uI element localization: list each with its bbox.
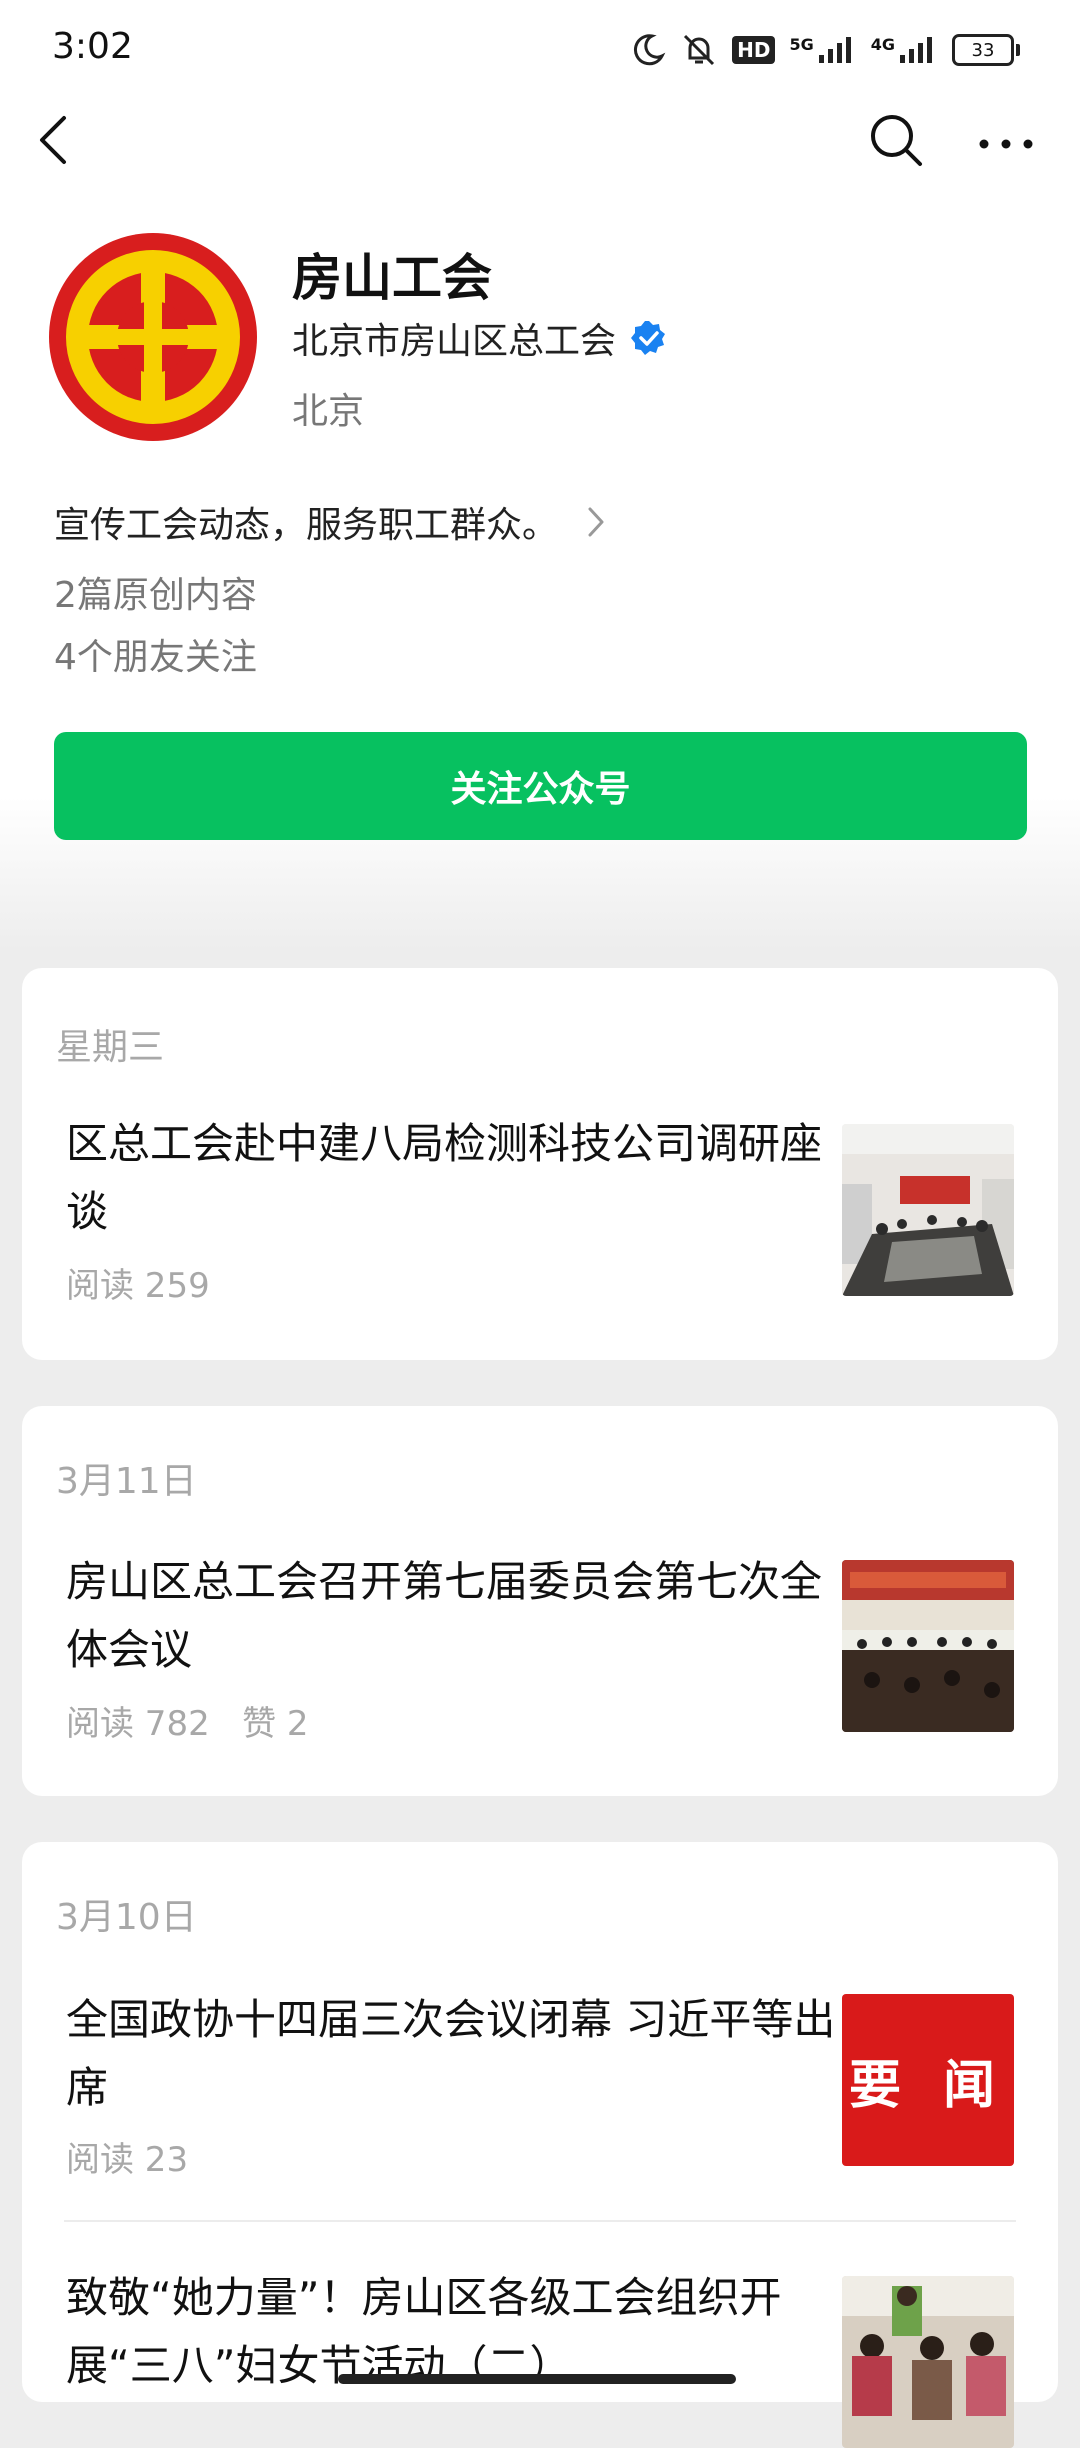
divider: [64, 2220, 1016, 2222]
article-meta: 阅读 259: [66, 1266, 210, 1306]
follow-button[interactable]: 关注公众号: [54, 732, 1027, 840]
feed-card: 星期三 区总工会赴中建八局检测科技公司调研座谈 阅读 259: [22, 968, 1058, 1360]
chevron-left-icon: [40, 116, 66, 164]
women-event-photo: [842, 2276, 1014, 2448]
article-thumbnail[interactable]: [842, 1560, 1014, 1732]
article-thumbnail[interactable]: [842, 1124, 1014, 1296]
search-icon: [871, 115, 922, 166]
network-4g-label: 4G: [870, 35, 895, 54]
article-thumbnail[interactable]: 要 闻: [842, 1994, 1014, 2166]
conference-hall-photo: [842, 1560, 1014, 1732]
search-button[interactable]: [866, 110, 926, 170]
battery-icon: 33: [952, 34, 1020, 66]
trade-union-logo-icon: [49, 233, 257, 441]
feed-card: 3月11日 房山区总工会召开第七届委员会第七次全体会议 阅读 782 赞 2: [22, 1406, 1058, 1796]
account-location: 北京: [292, 391, 365, 432]
article-title[interactable]: 全国政协十四届三次会议闭幕 习近平等出席: [66, 1986, 836, 2122]
feed-card: 3月10日 全国政协十四届三次会议闭幕 习近平等出席 阅读 23 要 闻 致敬“…: [22, 1842, 1058, 2448]
article-meta: 阅读 23: [66, 2140, 189, 2180]
meeting-room-photo: [842, 1124, 1014, 1296]
thumbnail-text: 要 闻: [848, 2055, 1008, 2116]
status-icons: HD 5G 4G 33: [630, 26, 1020, 74]
original-count: 2篇原创内容: [54, 575, 257, 616]
verified-badge-icon: [631, 321, 666, 355]
article-title[interactable]: 区总工会赴中建八局检测科技公司调研座谈: [66, 1110, 836, 1246]
home-indicator[interactable]: [338, 2374, 736, 2384]
network-4g-icon: 4G: [871, 35, 938, 65]
chevron-right-icon: [588, 507, 604, 537]
card-date: 星期三: [56, 1027, 165, 1068]
account-org-row: 北京市房山区总工会: [292, 312, 668, 364]
friends-follow-count[interactable]: 4个朋友关注: [54, 628, 257, 680]
more-horizontal-icon: [979, 139, 1033, 149]
card-date: 3月11日: [56, 1461, 197, 1502]
account-name: 房山工会: [292, 249, 492, 307]
article-meta: 阅读 782 赞 2: [66, 1704, 309, 1744]
account-description-row[interactable]: 宣传工会动态，服务职工群众。: [54, 496, 606, 548]
bell-off-icon: [684, 34, 715, 66]
account-avatar[interactable]: [48, 232, 258, 442]
account-org: 北京市房山区总工会: [292, 321, 617, 362]
hd-badge: HD: [732, 36, 776, 64]
status-time: 3:02: [52, 26, 133, 67]
account-description: 宣传工会动态，服务职工群众。: [54, 505, 559, 546]
moon-icon: [634, 34, 666, 66]
battery-level: 33: [952, 34, 1014, 66]
network-5g-icon: 5G: [789, 35, 856, 65]
network-5g-label: 5G: [789, 35, 814, 54]
more-button[interactable]: [976, 112, 1036, 172]
article-thumbnail[interactable]: [842, 2276, 1014, 2448]
back-button[interactable]: [30, 110, 78, 170]
card-date: 3月10日: [56, 1897, 197, 1938]
status-bar: 3:02 HD 5G 4G 33: [0, 0, 1080, 100]
article-title[interactable]: 房山区总工会召开第七届委员会第七次全体会议: [66, 1548, 836, 1684]
